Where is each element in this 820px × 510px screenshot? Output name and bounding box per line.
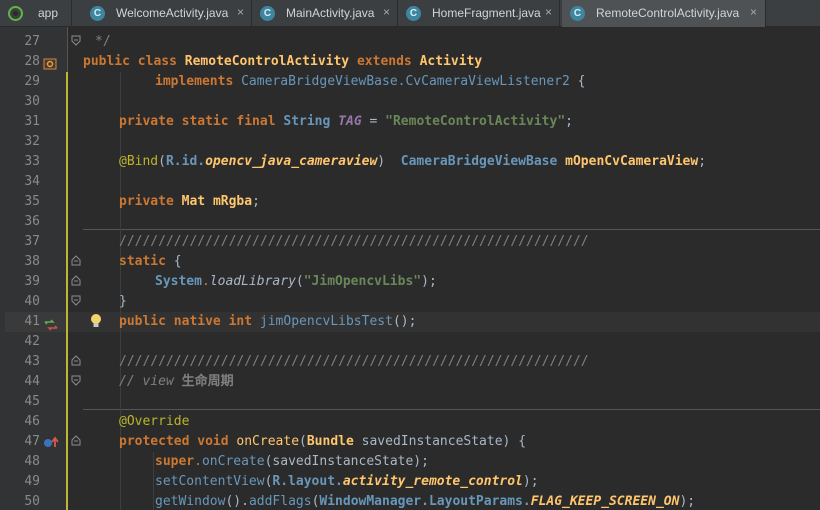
line-number: 46 [24, 414, 40, 429]
tab-welcome-activity[interactable]: C WelcomeActivity.java × [82, 0, 252, 27]
close-icon[interactable]: × [545, 5, 552, 19]
native-method-marker-icon[interactable] [44, 316, 58, 331]
code-line-29: implements CameraBridgeViewBase.CvCamera… [155, 74, 586, 89]
line-number: 39 [24, 274, 40, 289]
tab-remote-control-activity[interactable]: C RemoteControlActivity.java × [562, 0, 766, 27]
indent-guide [153, 452, 154, 510]
code-line-28: public class RemoteControlActivity exten… [83, 54, 483, 69]
code-line-38: static { [119, 254, 182, 269]
code-line-39: System.loadLibrary("JimOpencvLibs"); [155, 274, 437, 289]
line-number: 45 [24, 394, 40, 409]
code-line-40: } [119, 294, 127, 309]
line-number: 33 [24, 154, 40, 169]
method-separator [83, 229, 820, 230]
code-line-43: ////////////////////////////////////////… [119, 354, 589, 369]
code-line-41: public native int jimOpencvLibsTest(); [119, 314, 417, 329]
line-number: 38 [24, 254, 40, 269]
code-line-44: // view 生命周期 [119, 374, 234, 389]
code-line-46: @Override [119, 414, 190, 429]
line-number: 49 [24, 474, 40, 489]
line-number: 41 [24, 314, 40, 329]
close-icon[interactable]: × [383, 5, 390, 19]
method-separator [83, 409, 820, 410]
line-number: 40 [24, 294, 40, 309]
code-line-37: ////////////////////////////////////////… [119, 234, 589, 249]
tab-label: RemoteControlActivity.java [596, 6, 740, 20]
fold-open-icon[interactable] [71, 275, 81, 286]
line-number: 44 [24, 374, 40, 389]
android-app-icon [8, 6, 23, 21]
line-number: 35 [24, 194, 40, 209]
code-line-48: super.onCreate(savedInstanceState); [155, 454, 429, 469]
code-line-49: setContentView(R.layout.activity_remote_… [155, 474, 539, 489]
line-number: 48 [24, 454, 40, 469]
fold-open-icon[interactable] [71, 435, 81, 446]
close-icon[interactable]: × [237, 5, 244, 19]
code-line-35: private Mat mRgba; [119, 194, 260, 209]
tab-label: app [38, 6, 59, 20]
fold-open-icon[interactable] [71, 255, 81, 266]
editor-tab-bar: app C WelcomeActivity.java × C MainActiv… [0, 0, 820, 27]
class-icon: C [260, 6, 275, 21]
line-number: 32 [24, 134, 40, 149]
class-icon: C [570, 6, 585, 21]
line-number: 36 [24, 214, 40, 229]
line-number: 42 [24, 334, 40, 349]
fold-close-icon[interactable] [71, 295, 81, 306]
fold-close-icon[interactable] [71, 375, 81, 386]
tab-app[interactable]: app [0, 0, 72, 27]
line-number: 50 [24, 494, 40, 509]
scope-indicator [66, 72, 68, 510]
code-line-27: */ [95, 34, 111, 49]
line-number: 34 [24, 174, 40, 189]
tab-label: MainActivity.java [286, 6, 375, 20]
line-number: 29 [24, 74, 40, 89]
line-number: 47 [24, 434, 40, 449]
line-number: 43 [24, 354, 40, 369]
line-number: 28 [24, 54, 40, 69]
line-number: 37 [24, 234, 40, 249]
tab-label: WelcomeActivity.java [116, 6, 229, 20]
line-number: 27 [24, 34, 40, 49]
fold-open-icon[interactable] [71, 355, 81, 366]
override-marker-icon[interactable] [43, 55, 57, 70]
code-line-47: protected void onCreate(Bundle savedInst… [119, 434, 527, 449]
lightbulb-icon[interactable] [90, 313, 102, 329]
close-icon[interactable]: × [750, 5, 757, 19]
line-number: 31 [24, 114, 40, 129]
class-icon: C [406, 6, 421, 21]
tab-label: HomeFragment.java [432, 6, 541, 20]
tab-home-fragment[interactable]: C HomeFragment.java × [398, 0, 560, 27]
code-line-50: getWindow().addFlags(WindowManager.Layou… [155, 494, 696, 509]
overrides-method-icon[interactable] [43, 434, 59, 447]
code-line-33: @Bind(R.id.opencv_java_cameraview) Camer… [119, 154, 707, 169]
tab-main-activity[interactable]: C MainActivity.java × [252, 0, 398, 27]
line-number: 30 [24, 94, 40, 109]
code-line-31: private static final String TAG = "Remot… [119, 114, 573, 129]
class-icon: C [90, 6, 105, 21]
fold-close-icon[interactable] [71, 35, 81, 46]
